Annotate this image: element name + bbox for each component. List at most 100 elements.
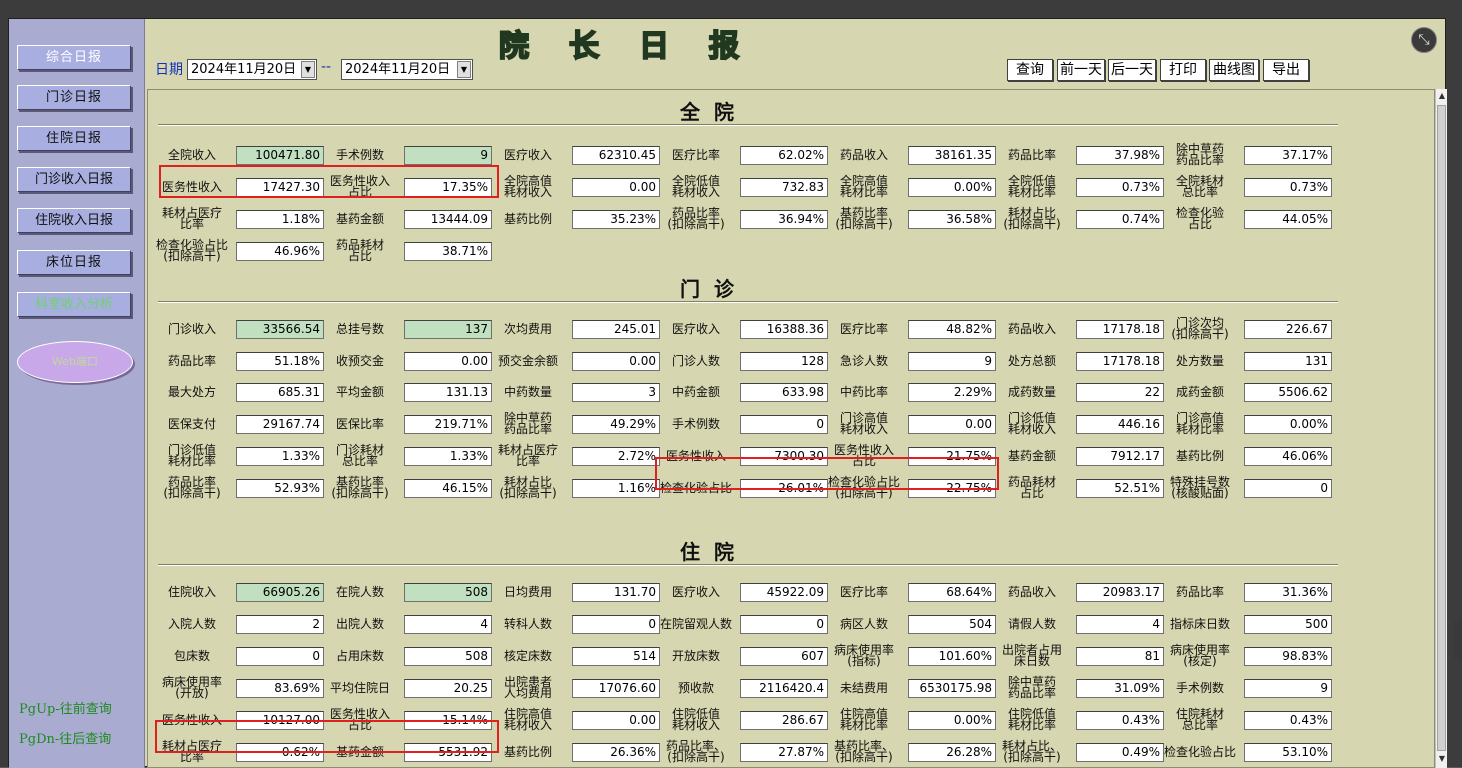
metric-value[interactable]: 0.73% bbox=[1076, 178, 1164, 197]
metric-value[interactable]: 7912.17 bbox=[1076, 447, 1164, 466]
metric-value[interactable]: 2116420.4 bbox=[740, 679, 828, 698]
metric-value[interactable]: 9 bbox=[908, 352, 996, 371]
chevron-down-icon[interactable]: ▼ bbox=[301, 61, 315, 78]
metric-value[interactable]: 0.00 bbox=[572, 352, 660, 371]
metric-value[interactable]: 2.29% bbox=[908, 383, 996, 402]
metric-value[interactable]: 607 bbox=[740, 647, 828, 666]
metric-value[interactable]: 131 bbox=[1244, 352, 1332, 371]
metric-value[interactable]: 51.18% bbox=[236, 352, 324, 371]
metric-value[interactable]: 504 bbox=[908, 615, 996, 634]
sidebar-item-dept-income-analysis[interactable]: 科室收入分析 bbox=[17, 292, 131, 317]
metric-value[interactable]: 508 bbox=[404, 583, 492, 602]
metric-value[interactable]: 0.43% bbox=[1244, 711, 1332, 730]
metric-value[interactable]: 31.36% bbox=[1244, 583, 1332, 602]
metric-value[interactable]: 219.71% bbox=[404, 415, 492, 434]
metric-value[interactable]: 1.16% bbox=[572, 479, 660, 498]
sidebar-item-outpatient-daily[interactable]: 门诊日报 bbox=[17, 85, 131, 110]
metric-value[interactable]: 45922.09 bbox=[740, 583, 828, 602]
metric-value[interactable]: 2 bbox=[236, 615, 324, 634]
scroll-up-icon[interactable]: ▲ bbox=[1437, 91, 1447, 103]
metric-value[interactable]: 0.00% bbox=[1244, 415, 1332, 434]
metric-value[interactable]: 49.29% bbox=[572, 415, 660, 434]
metric-value[interactable]: 29167.74 bbox=[236, 415, 324, 434]
metric-value[interactable]: 128 bbox=[740, 352, 828, 371]
metric-value[interactable]: 17178.18 bbox=[1076, 352, 1164, 371]
metric-value[interactable]: 9 bbox=[404, 146, 492, 165]
metric-value[interactable]: 37.17% bbox=[1244, 146, 1332, 165]
metric-value[interactable]: 0 bbox=[740, 415, 828, 434]
metric-value[interactable]: 508 bbox=[404, 647, 492, 666]
fullscreen-exit-icon[interactable]: ⤡ bbox=[1411, 27, 1437, 53]
metric-value[interactable]: 98.83% bbox=[1244, 647, 1332, 666]
metric-value[interactable]: 38161.35 bbox=[908, 146, 996, 165]
metric-value[interactable]: 20.25 bbox=[404, 679, 492, 698]
scroll-thumb[interactable] bbox=[1437, 105, 1446, 751]
metric-value[interactable]: 1.33% bbox=[236, 447, 324, 466]
metric-value[interactable]: 732.83 bbox=[740, 178, 828, 197]
metric-value[interactable]: 13444.09 bbox=[404, 210, 492, 229]
metric-value[interactable]: 5506.62 bbox=[1244, 383, 1332, 402]
metric-value[interactable]: 66905.26 bbox=[236, 583, 324, 602]
sidebar-item-inpatient-income-daily[interactable]: 住院收入日报 bbox=[17, 208, 131, 233]
metric-value[interactable]: 81 bbox=[1076, 647, 1164, 666]
metric-value[interactable]: 446.16 bbox=[1076, 415, 1164, 434]
metric-value[interactable]: 0.00 bbox=[404, 352, 492, 371]
metric-value[interactable]: 2.72% bbox=[572, 447, 660, 466]
metric-value[interactable]: 0.00% bbox=[908, 178, 996, 197]
metric-value[interactable]: 20983.17 bbox=[1076, 583, 1164, 602]
metric-value[interactable]: 137 bbox=[404, 320, 492, 339]
metric-value[interactable]: 4 bbox=[1076, 615, 1164, 634]
metric-value[interactable]: 131.70 bbox=[572, 583, 660, 602]
metric-value[interactable]: 0.00 bbox=[908, 415, 996, 434]
sidebar-item-inpatient-daily[interactable]: 住院日报 bbox=[17, 126, 131, 151]
metric-value[interactable]: 100471.80 bbox=[236, 146, 324, 165]
metric-value[interactable]: 52.93% bbox=[236, 479, 324, 498]
export-button[interactable]: 导出 bbox=[1263, 59, 1309, 81]
metric-value[interactable]: 36.94% bbox=[740, 210, 828, 229]
metric-value[interactable]: 4 bbox=[404, 615, 492, 634]
query-button[interactable]: 查询 bbox=[1007, 59, 1053, 81]
metric-value[interactable]: 101.60% bbox=[908, 647, 996, 666]
metric-value[interactable]: 16388.36 bbox=[740, 320, 828, 339]
prev-day-button[interactable]: 前一天 bbox=[1057, 59, 1105, 81]
scroll-down-icon[interactable]: ▼ bbox=[1437, 754, 1447, 766]
metric-value[interactable]: 633.98 bbox=[740, 383, 828, 402]
metric-value[interactable]: 0.00% bbox=[908, 711, 996, 730]
metric-value[interactable]: 6530175.98 bbox=[908, 679, 996, 698]
metric-value[interactable]: 83.69% bbox=[236, 679, 324, 698]
metric-value[interactable]: 0 bbox=[1244, 479, 1332, 498]
metric-value[interactable]: 68.64% bbox=[908, 583, 996, 602]
sidebar-item-comprehensive-daily[interactable]: 综合日报 bbox=[17, 45, 131, 70]
metric-value[interactable]: 52.51% bbox=[1076, 479, 1164, 498]
metric-value[interactable]: 0 bbox=[740, 615, 828, 634]
metric-value[interactable]: 38.71% bbox=[404, 242, 492, 261]
vertical-scrollbar[interactable]: ▲ ▼ bbox=[1435, 89, 1447, 768]
metric-value[interactable]: 226.67 bbox=[1244, 320, 1332, 339]
metric-value[interactable]: 36.58% bbox=[908, 210, 996, 229]
metric-value[interactable]: 31.09% bbox=[1076, 679, 1164, 698]
metric-value[interactable]: 35.23% bbox=[572, 210, 660, 229]
metric-value[interactable]: 0.74% bbox=[1076, 210, 1164, 229]
date-to-select[interactable]: 2024年11月20日 ▼ bbox=[341, 59, 473, 80]
print-button[interactable]: 打印 bbox=[1160, 59, 1206, 81]
metric-value[interactable]: 131.13 bbox=[404, 383, 492, 402]
sidebar-item-bed-daily[interactable]: 床位日报 bbox=[17, 250, 131, 275]
metric-value[interactable]: 33566.54 bbox=[236, 320, 324, 339]
metric-value[interactable]: 1.33% bbox=[404, 447, 492, 466]
metric-value[interactable]: 0.43% bbox=[1076, 711, 1164, 730]
metric-value[interactable]: 26.28% bbox=[908, 743, 996, 762]
metric-value[interactable]: 62.02% bbox=[740, 146, 828, 165]
metric-value[interactable]: 44.05% bbox=[1244, 210, 1332, 229]
metric-value[interactable]: 514 bbox=[572, 647, 660, 666]
sidebar-item-outpatient-income-daily[interactable]: 门诊收入日报 bbox=[17, 167, 131, 192]
metric-value[interactable]: 9 bbox=[1244, 679, 1332, 698]
metric-value[interactable]: 26.36% bbox=[572, 743, 660, 762]
metric-value[interactable]: 0 bbox=[236, 647, 324, 666]
metric-value[interactable]: 0.49% bbox=[1076, 743, 1164, 762]
metric-value[interactable]: 685.31 bbox=[236, 383, 324, 402]
metric-value[interactable]: 53.10% bbox=[1244, 743, 1332, 762]
metric-value[interactable]: 17178.18 bbox=[1076, 320, 1164, 339]
metric-value[interactable]: 22 bbox=[1076, 383, 1164, 402]
metric-value[interactable]: 0.00 bbox=[572, 711, 660, 730]
metric-value[interactable]: 286.67 bbox=[740, 711, 828, 730]
